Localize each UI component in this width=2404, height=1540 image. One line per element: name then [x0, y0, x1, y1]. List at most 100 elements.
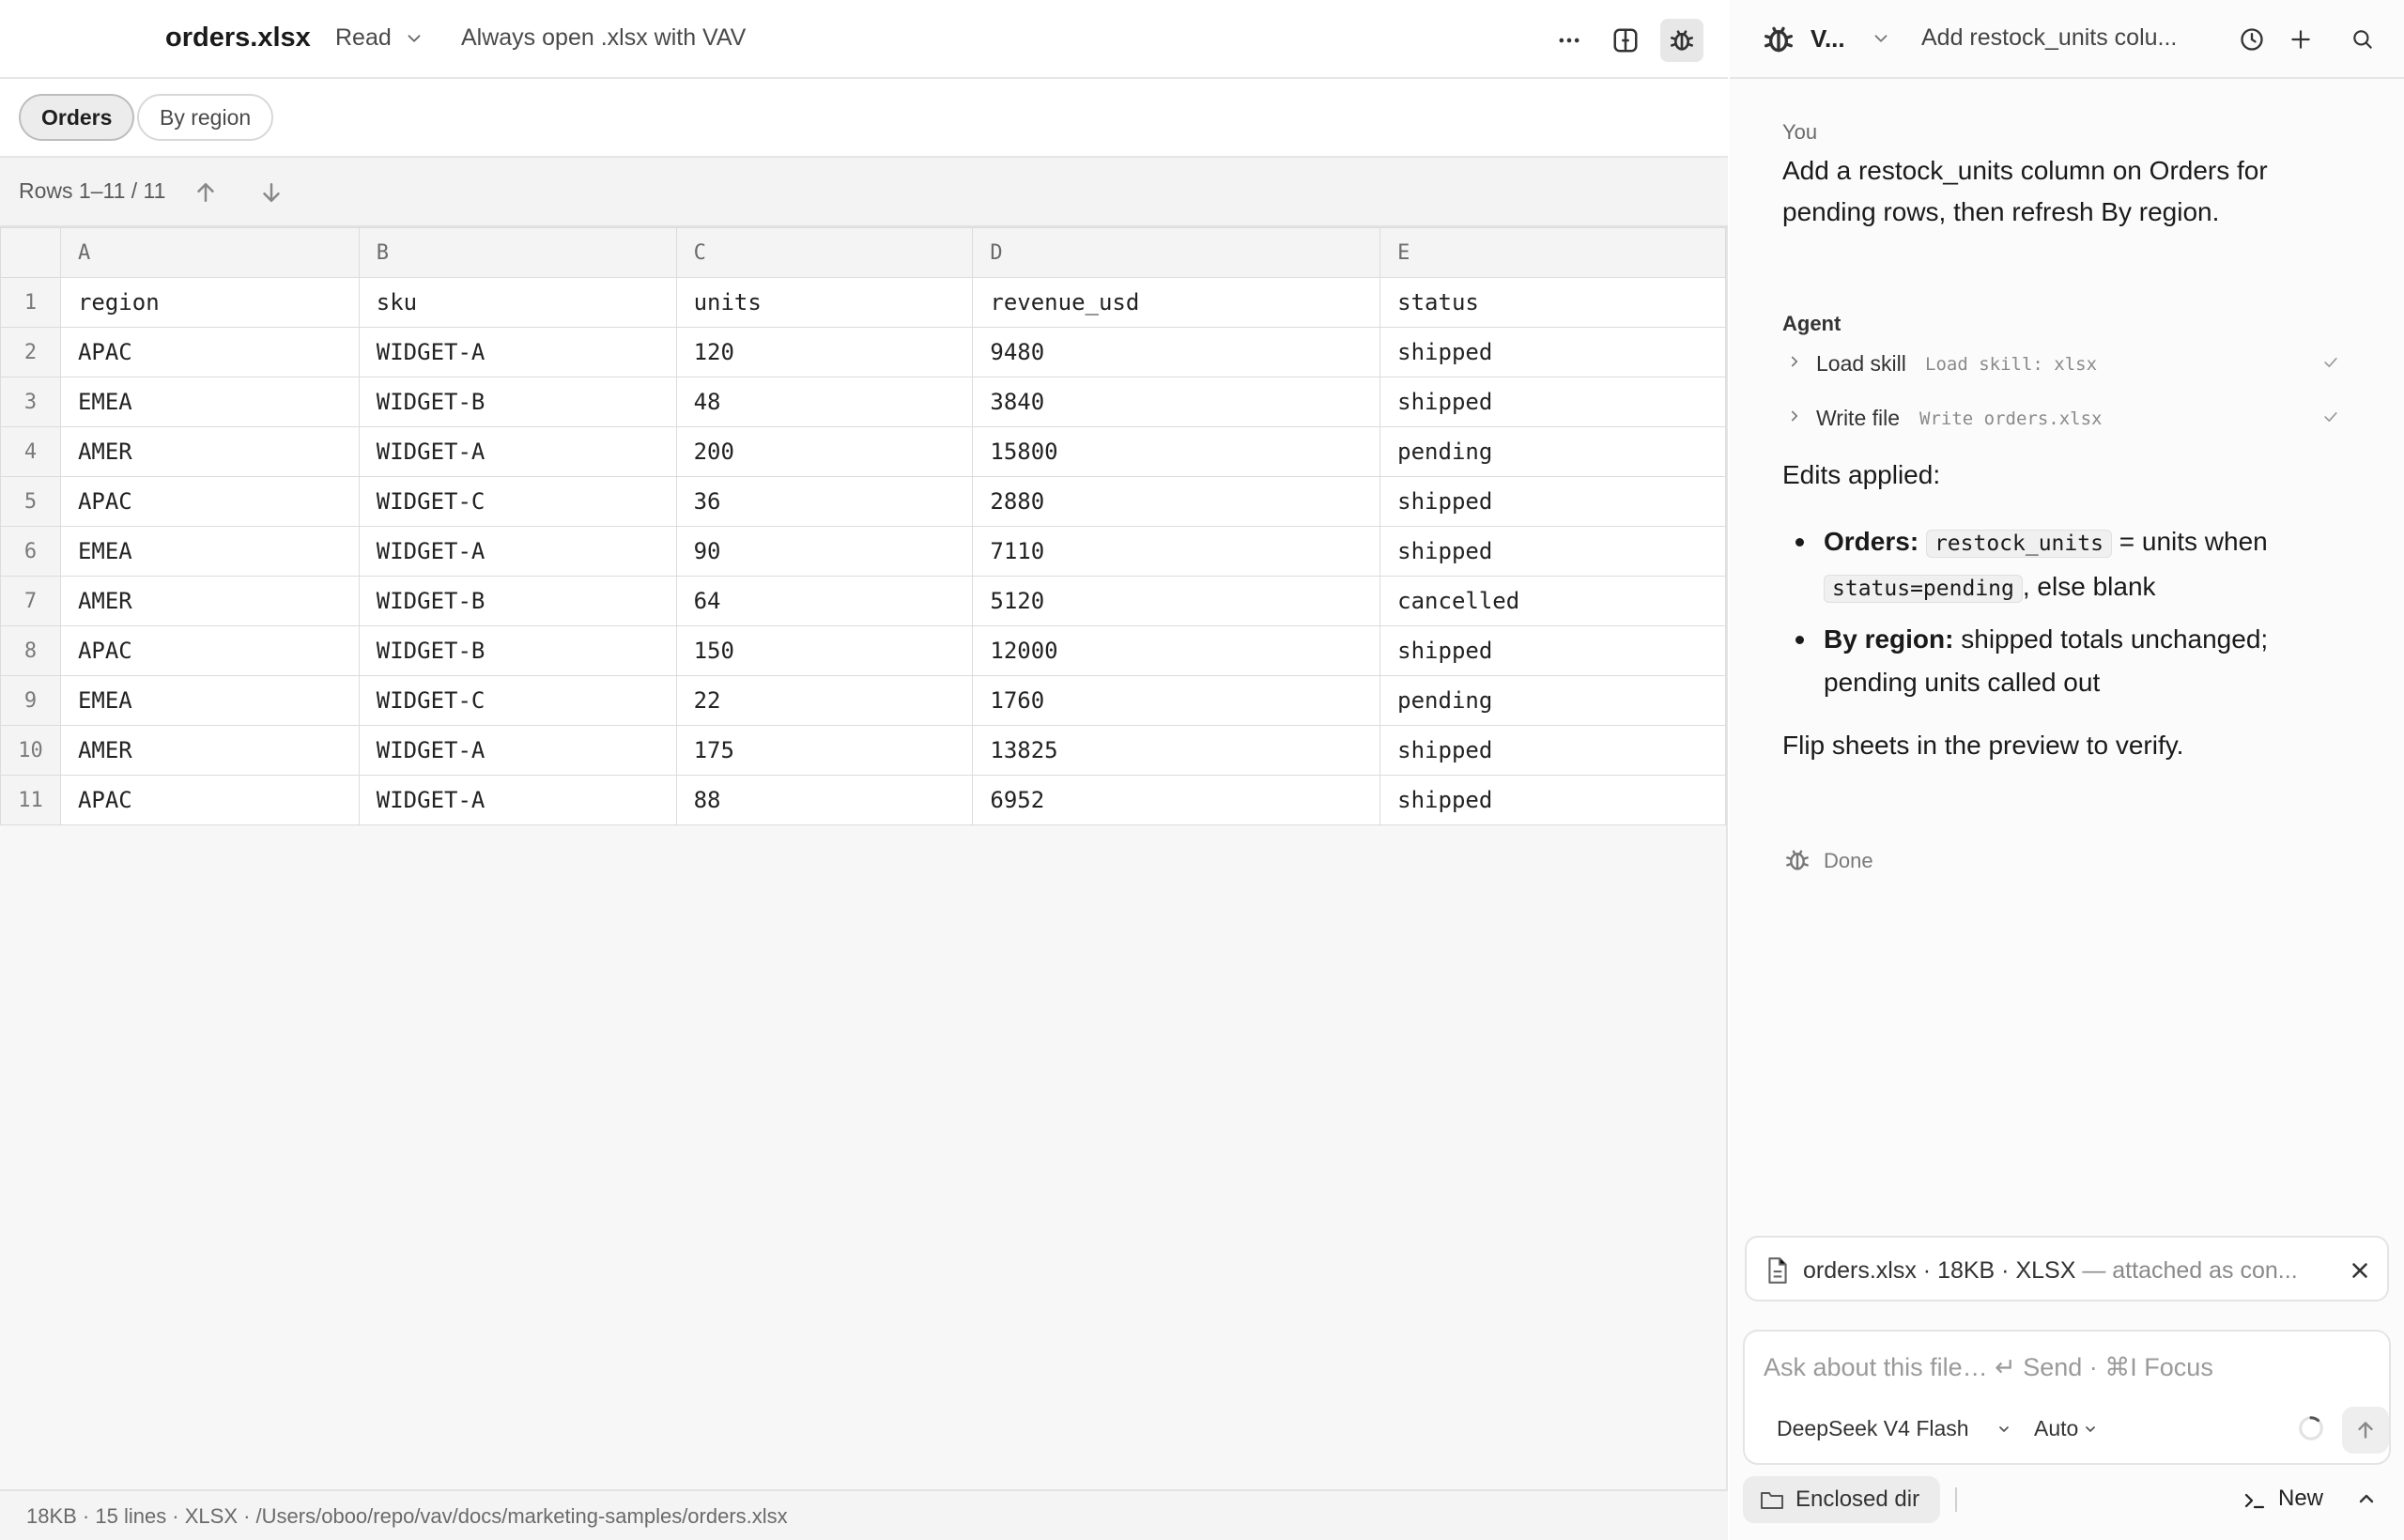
table-cell[interactable]: 48	[675, 377, 974, 427]
table-cell[interactable]: 36	[675, 476, 974, 527]
table-cell[interactable]: EMEA	[59, 526, 360, 577]
send-button[interactable]	[2342, 1407, 2389, 1454]
column-header[interactable]: C	[675, 227, 974, 278]
row-number[interactable]: 9	[0, 675, 61, 726]
table-cell[interactable]: revenue_usd	[972, 277, 1381, 328]
table-cell[interactable]: AMER	[59, 725, 360, 776]
row-number[interactable]: 10	[0, 725, 61, 776]
chevron-down-icon[interactable]	[2083, 1422, 2098, 1437]
close-icon[interactable]	[2348, 1258, 2372, 1283]
table-cell[interactable]: shipped	[1379, 725, 1726, 776]
table-cell[interactable]: AMER	[59, 426, 360, 477]
table-cell[interactable]: WIDGET-A	[358, 327, 677, 377]
table-cell[interactable]: WIDGET-A	[358, 775, 677, 825]
column-header[interactable]: E	[1379, 227, 1726, 278]
row-number[interactable]: 3	[0, 377, 61, 427]
tool-call-load-skill[interactable]: Load skill Load skill: xlsx	[1782, 344, 2346, 381]
search-button[interactable]	[2346, 23, 2380, 56]
arrow-up-icon[interactable]	[192, 178, 220, 207]
table-cell[interactable]: 175	[675, 725, 974, 776]
table-cell[interactable]: shipped	[1379, 775, 1726, 825]
mode-dropdown[interactable]: Auto	[2034, 1416, 2078, 1441]
table-cell[interactable]: 3840	[972, 377, 1381, 427]
tool-call-write-file[interactable]: Write file Write orders.xlsx	[1782, 398, 2346, 436]
tab-orders[interactable]: Orders	[19, 94, 135, 141]
row-number[interactable]: 4	[0, 426, 61, 477]
corner-cell[interactable]	[0, 227, 61, 278]
table-cell[interactable]: 13825	[972, 725, 1381, 776]
table-cell[interactable]: APAC	[59, 476, 360, 527]
table-cell[interactable]: pending	[1379, 675, 1726, 726]
table-cell[interactable]: 6952	[972, 775, 1381, 825]
chevron-down-icon[interactable]	[1871, 28, 1891, 49]
bug-icon[interactable]	[1760, 21, 1797, 58]
row-number[interactable]: 5	[0, 476, 61, 527]
table-cell[interactable]: AMER	[59, 576, 360, 626]
table-cell[interactable]: pending	[1379, 426, 1726, 477]
table-cell[interactable]: 2880	[972, 476, 1381, 527]
arrow-down-icon[interactable]	[257, 178, 285, 207]
table-cell[interactable]: shipped	[1379, 476, 1726, 527]
table-cell[interactable]: WIDGET-A	[358, 526, 677, 577]
table-cell[interactable]: 150	[675, 625, 974, 676]
agent-toggle-button[interactable]	[1660, 19, 1703, 62]
row-number[interactable]: 11	[0, 775, 61, 825]
table-cell[interactable]: 1760	[972, 675, 1381, 726]
table-cell[interactable]: APAC	[59, 625, 360, 676]
table-cell[interactable]: status	[1379, 277, 1726, 328]
read-mode-dropdown[interactable]: Read	[335, 24, 392, 52]
table-cell[interactable]: shipped	[1379, 526, 1726, 577]
new-terminal-button[interactable]: New	[2242, 1486, 2323, 1516]
table-cell[interactable]: WIDGET-B	[358, 576, 677, 626]
table-cell[interactable]: 12000	[972, 625, 1381, 676]
history-button[interactable]	[2235, 23, 2269, 56]
table-cell[interactable]: APAC	[59, 327, 360, 377]
table-cell[interactable]: region	[59, 277, 360, 328]
column-header[interactable]: B	[358, 227, 677, 278]
new-thread-button[interactable]	[2284, 23, 2318, 56]
table-cell[interactable]: 90	[675, 526, 974, 577]
table-cell[interactable]: WIDGET-C	[358, 476, 677, 527]
chat-input[interactable]	[1764, 1348, 2365, 1386]
table-cell[interactable]: shipped	[1379, 377, 1726, 427]
table-cell[interactable]: WIDGET-A	[358, 426, 677, 477]
thread-title[interactable]: Add restock_units colu...	[1921, 24, 2203, 52]
column-header[interactable]: A	[59, 227, 360, 278]
row-number[interactable]: 1	[0, 277, 61, 328]
split-view-button[interactable]	[1604, 19, 1647, 62]
table-cell[interactable]: cancelled	[1379, 576, 1726, 626]
table-cell[interactable]: 9480	[972, 327, 1381, 377]
table-cell[interactable]: units	[675, 277, 974, 328]
table-cell[interactable]: 15800	[972, 426, 1381, 477]
attachment-chip[interactable]: orders.xlsx · 18KB · XLSX — attached as …	[1745, 1236, 2389, 1301]
table-cell[interactable]: 5120	[972, 576, 1381, 626]
model-dropdown[interactable]: DeepSeek V4 Flash	[1777, 1416, 1969, 1441]
table-cell[interactable]: 200	[675, 426, 974, 477]
table-cell[interactable]: WIDGET-A	[358, 725, 677, 776]
always-open-with-link[interactable]: Always open .xlsx with VAV	[461, 24, 746, 52]
tab-by-region[interactable]: By region	[137, 94, 274, 141]
table-cell[interactable]: EMEA	[59, 675, 360, 726]
table-cell[interactable]: WIDGET-C	[358, 675, 677, 726]
table-cell[interactable]: 22	[675, 675, 974, 726]
column-header[interactable]: D	[972, 227, 1381, 278]
table-cell[interactable]: EMEA	[59, 377, 360, 427]
table-cell[interactable]: WIDGET-B	[358, 625, 677, 676]
enclosed-dir-button[interactable]: Enclosed dir	[1743, 1476, 1941, 1523]
table-cell[interactable]: sku	[358, 277, 677, 328]
table-cell[interactable]: shipped	[1379, 327, 1726, 377]
row-number[interactable]: 2	[0, 327, 61, 377]
row-number[interactable]: 7	[0, 576, 61, 626]
table-cell[interactable]: 7110	[972, 526, 1381, 577]
table-cell[interactable]: 120	[675, 327, 974, 377]
agent-selector[interactable]: V...	[1811, 24, 1845, 54]
table-cell[interactable]: 64	[675, 576, 974, 626]
row-number[interactable]: 6	[0, 526, 61, 577]
row-number[interactable]: 8	[0, 625, 61, 676]
more-options-button[interactable]	[1548, 19, 1591, 62]
chevron-down-icon[interactable]	[404, 28, 424, 49]
chevron-down-icon[interactable]	[1996, 1422, 2011, 1437]
table-cell[interactable]: WIDGET-B	[358, 377, 677, 427]
table-cell[interactable]: APAC	[59, 775, 360, 825]
chevron-up-icon[interactable]	[2355, 1487, 2378, 1510]
